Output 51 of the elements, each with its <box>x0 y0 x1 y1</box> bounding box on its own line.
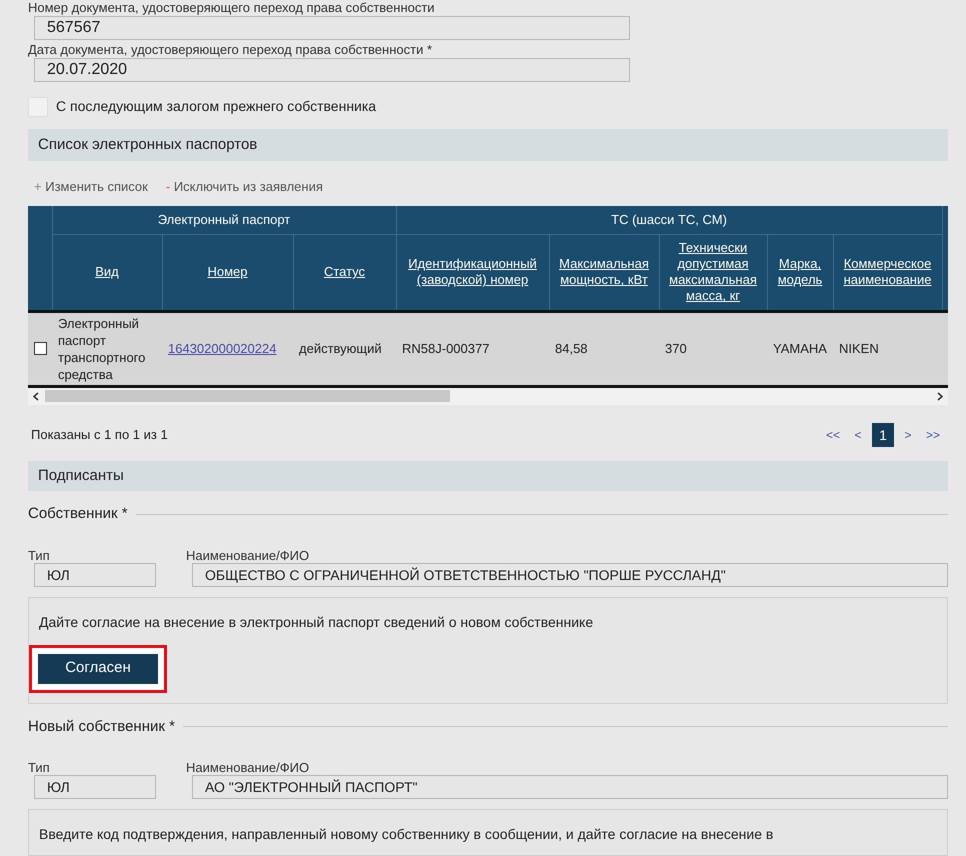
table-cell: YAMAHA <box>773 341 827 356</box>
table-cell: 370 <box>665 341 687 356</box>
scroll-thumb[interactable] <box>45 390 450 402</box>
page-button[interactable]: 1 <box>872 423 894 448</box>
table-cell: 84,58 <box>555 341 588 356</box>
scroll-right-icon[interactable] <box>937 392 944 401</box>
scroll-left-icon[interactable] <box>32 392 39 401</box>
checkbox-label: С последующим залогом прежнего собственника <box>56 97 376 116</box>
consent-text: Введите код подтверждения, направленный новому собственнику в сообщении, и дайте согласие на внесение в <box>39 825 774 844</box>
section-header: Подписанты <box>28 461 948 491</box>
field-label: Тип <box>28 760 51 775</box>
table-cell: NIKEN <box>839 341 879 356</box>
party-title: Новый собственник * <box>28 716 175 736</box>
passport-number-link[interactable]: 164302000020224 <box>168 341 276 356</box>
column-header-link[interactable]: Идентификационный (заводской) номер <box>398 256 546 288</box>
column-header-link[interactable]: Номер <box>207 264 248 280</box>
agree-button[interactable]: Согласен <box>38 654 158 684</box>
party-title: Собственник * <box>28 504 128 524</box>
column-header-link[interactable]: Марка, модель <box>770 256 830 288</box>
type-field[interactable]: ЮЛ <box>34 562 156 586</box>
table-cell: действующий <box>299 341 382 356</box>
field-label: Тип <box>28 548 51 562</box>
page-button[interactable]: < <box>847 423 869 448</box>
table-cell: Электронный паспорт транспортного средства <box>58 316 146 382</box>
group-header: Электронный паспорт <box>52 206 396 234</box>
name-field[interactable]: ОБЩЕСТВО С ОГРАНИЧЕННОЙ ОТВЕТСТВЕННОСТЬЮ "ПОРШЕ РУССЛАНД" <box>192 562 948 586</box>
column-header-link[interactable]: Коммерческое наименование <box>836 256 940 288</box>
consent-text: Дайте согласие на внесение в электронный паспорт сведений о новом собственнике <box>39 612 594 632</box>
edit-list-link[interactable]: + Изменить список <box>34 176 148 196</box>
column-header-link[interactable]: Статус <box>324 264 366 280</box>
horizontal-scrollbar[interactable] <box>28 388 948 406</box>
field-label: Наименование/ФИО <box>186 548 310 562</box>
field-label: Наименование/ФИО <box>186 760 310 775</box>
pagination-summary: Показаны с 1 по 1 из 1 <box>31 426 168 444</box>
group-header: ТС (шасси ТС, СМ) <box>396 206 942 234</box>
column-header-link[interactable]: Максимальная мощность, кВт <box>552 256 656 288</box>
page-button[interactable]: > <box>897 423 919 448</box>
table-cell: RN58J-000377 <box>402 341 490 356</box>
column-header-link[interactable]: Вид <box>95 264 119 280</box>
name-field[interactable]: АО "ЭЛЕКТРОННЫЙ ПАСПОРТ" <box>192 775 948 799</box>
page-button[interactable]: >> <box>922 423 944 448</box>
text-field[interactable]: 20.07.2020 <box>34 58 630 82</box>
section-header: Список электронных паспортов <box>28 129 948 161</box>
row-checkbox[interactable] <box>34 342 47 356</box>
page-button[interactable]: << <box>822 423 844 448</box>
column-header-link[interactable]: Технически допустимая максимальная масса, кг <box>662 240 764 304</box>
exclude-link[interactable]: - Исключить из заявления <box>166 176 323 196</box>
field-label: Номер документа, удостоверяющего переход права собственности <box>28 0 436 16</box>
field-label: Дата документа, удостоверяющего переход права собственности * <box>28 42 434 58</box>
type-field[interactable]: ЮЛ <box>34 775 156 799</box>
text-field[interactable]: 567567 <box>34 16 630 40</box>
